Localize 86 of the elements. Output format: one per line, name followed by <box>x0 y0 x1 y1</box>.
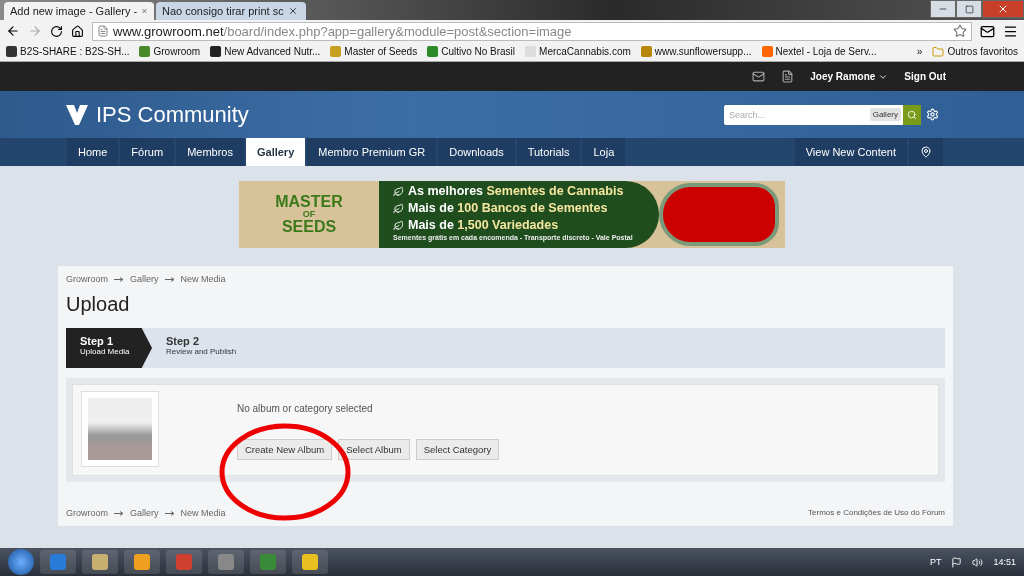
flag-icon[interactable] <box>951 556 963 568</box>
settings-icon[interactable] <box>926 108 939 121</box>
action-button[interactable]: Select Album <box>338 439 410 460</box>
mail-icon[interactable] <box>980 23 995 39</box>
nav-tab[interactable]: Tutorials <box>516 138 581 166</box>
view-new-content-link[interactable]: View New Content <box>794 138 907 166</box>
close-icon[interactable] <box>287 6 298 16</box>
home-icon[interactable] <box>71 24 84 38</box>
banner-logo-text: MASTER <box>275 194 343 210</box>
more-bookmarks[interactable]: » <box>916 46 923 57</box>
nav-tab[interactable]: Loja <box>582 138 626 166</box>
map-pin-icon <box>920 146 932 158</box>
envelope-icon[interactable] <box>752 70 766 83</box>
nav-tab[interactable]: Fórum <box>120 138 175 166</box>
nav-tab[interactable]: Gallery <box>245 138 306 166</box>
bookmark[interactable]: Growroom <box>139 46 201 57</box>
address-field[interactable]: www.growroom.net/board/index.php?app=gallery&module=post&section=image <box>92 21 972 41</box>
star-icon[interactable] <box>953 24 967 38</box>
search-field[interactable]: Search... Gallery <box>724 104 904 125</box>
breadcrumb-link[interactable]: New Media <box>180 274 226 284</box>
maximize-button[interactable] <box>956 0 982 18</box>
taskbar-app[interactable] <box>208 550 244 574</box>
logo-icon <box>66 104 88 125</box>
action-button[interactable]: Select Category <box>415 439 500 460</box>
terms-link[interactable]: Termos e Condições de Uso do Fórum <box>808 508 945 518</box>
folder-icon <box>932 45 945 58</box>
breadcrumb-link[interactable]: Gallery <box>130 508 159 518</box>
browser-tab[interactable]: Nao consigo tirar print sc <box>156 2 306 20</box>
nav-tab[interactable]: Membros <box>176 138 244 166</box>
action-button[interactable]: Create New Album <box>237 439 333 460</box>
bookmark-folder[interactable]: Outros favoritos <box>932 45 1018 58</box>
square-icon <box>964 4 974 14</box>
wizard-step: Step 1 Upload Media <box>66 328 152 368</box>
bookmark[interactable]: www.sunflowersupp... <box>640 46 752 57</box>
nav-tab[interactable]: Home <box>67 138 119 166</box>
reload-icon[interactable] <box>50 24 63 38</box>
status-message: No album or category selected <box>237 403 374 414</box>
bookmark[interactable]: Nextel - Loja de Serv... <box>761 46 877 57</box>
page-title: Upload <box>66 293 131 316</box>
taskbar-app[interactable] <box>124 550 160 574</box>
leaf-icon <box>393 220 404 231</box>
back-icon[interactable] <box>6 24 20 38</box>
url-host: www.growroom.net <box>113 23 224 39</box>
nav-tab[interactable]: Membro Premium GR <box>307 138 437 166</box>
breadcrumb-link[interactable]: Gallery <box>130 274 159 284</box>
banner-logo-text: OF <box>302 210 316 219</box>
arrow-icon <box>164 276 175 282</box>
minimize-button[interactable] <box>930 0 956 18</box>
arrow-icon <box>164 510 175 516</box>
bookmark[interactable]: MercaCannabis.com <box>525 46 631 57</box>
language-indicator[interactable]: PT <box>929 557 942 567</box>
page-icon <box>97 25 109 37</box>
close-icon <box>997 3 1009 15</box>
wizard-step: Step 2 Review and Publish <box>152 328 262 368</box>
menu-icon[interactable] <box>1003 23 1018 39</box>
breadcrumb-link[interactable]: New Media <box>180 508 226 518</box>
photo-placeholder <box>88 398 152 460</box>
search-icon <box>907 109 917 120</box>
bookmark[interactable]: B2S-SHARE : B2S-SH... <box>6 46 130 57</box>
breadcrumb-link[interactable]: Growroom <box>66 274 108 284</box>
bookmark[interactable]: Cultivo No Brasil <box>427 46 516 57</box>
browser-tab[interactable]: Add new image - Gallery - <box>4 2 154 20</box>
taskbar-app[interactable] <box>82 550 118 574</box>
leaf-icon <box>393 203 404 214</box>
banner-line: Mais de 100 Bancos de Sementes <box>393 200 659 217</box>
arrow-icon <box>114 510 124 516</box>
taskbar-app[interactable] <box>292 550 328 574</box>
start-button[interactable] <box>8 549 34 575</box>
url-path: /board/index.php?app=gallery&module=post&section=image <box>223 23 572 39</box>
clock: 14:51 <box>993 557 1016 567</box>
volume-icon[interactable] <box>972 556 984 568</box>
map-pin-button[interactable] <box>909 138 943 166</box>
site-logo: IPS Community <box>96 101 249 128</box>
arrow-icon <box>114 276 124 282</box>
user-menu[interactable]: Joey Ramone <box>810 71 889 82</box>
leaf-icon <box>393 186 404 197</box>
bookmark[interactable]: New Advanced Nutr... <box>210 46 321 57</box>
banner-line: Mais de 1,500 Variedades <box>393 217 659 234</box>
bookmark[interactable]: Master of Seeds <box>330 46 418 57</box>
sign-out-link[interactable]: Sign Out <box>904 71 946 82</box>
nav-tab[interactable]: Downloads <box>438 138 515 166</box>
banner-line: As melhores Sementes de Cannabis <box>393 183 659 200</box>
banner-logo-text: SEEDS <box>281 219 337 235</box>
search-button[interactable] <box>903 104 921 125</box>
search-scope[interactable]: Gallery <box>869 108 901 121</box>
breadcrumb-link[interactable]: Growroom <box>66 508 108 518</box>
